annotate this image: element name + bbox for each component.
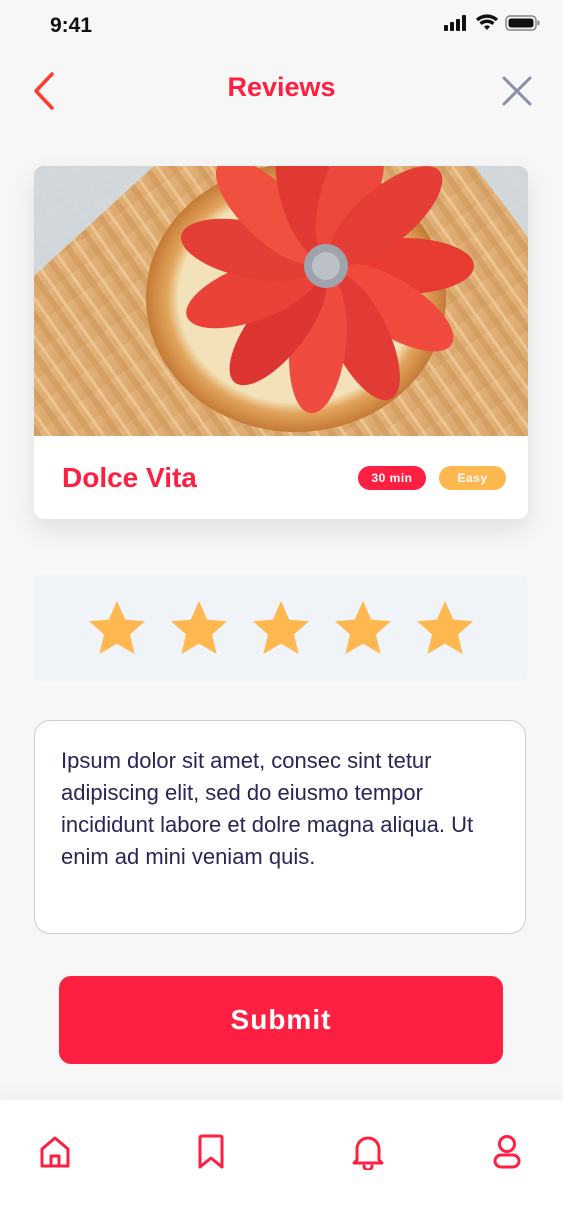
star-icon	[335, 601, 391, 654]
star-icon	[417, 601, 473, 654]
battery-icon	[505, 14, 541, 37]
close-button[interactable]	[495, 69, 539, 113]
recipe-image	[34, 166, 528, 436]
review-textarea[interactable]: Ipsum dolor sit amet, consec sint tetur …	[34, 720, 526, 934]
signal-icon	[443, 14, 469, 37]
recipe-card[interactable]: Dolce Vita 30 min Easy	[34, 166, 528, 519]
difficulty-badge: Easy	[439, 466, 506, 490]
recipe-name: Dolce Vita	[62, 462, 197, 493]
profile-icon	[493, 1135, 521, 1169]
star-3-button[interactable]	[251, 598, 311, 658]
status-icons	[443, 14, 541, 37]
star-5-button[interactable]	[415, 598, 475, 658]
status-bar: 9:41	[0, 0, 563, 52]
star-2-button[interactable]	[169, 598, 229, 658]
time-badge: 30 min	[358, 466, 426, 490]
reviews-screen: 9:41 Reviews Dolce Vita 30 min Easy Ipsu…	[0, 0, 563, 1218]
bookmark-icon	[198, 1134, 224, 1169]
star-rating	[34, 575, 528, 681]
star-icon	[253, 601, 309, 654]
star-4-button[interactable]	[333, 598, 393, 658]
bottom-navigation	[0, 1100, 563, 1218]
nav-home[interactable]	[33, 1130, 77, 1174]
wifi-icon	[475, 14, 499, 37]
page-title: Reviews	[227, 72, 336, 102]
home-icon	[40, 1136, 70, 1168]
nav-notifications[interactable]	[346, 1130, 390, 1174]
nav-profile[interactable]	[485, 1130, 529, 1174]
close-icon	[502, 76, 532, 106]
status-time: 9:41	[50, 14, 93, 37]
star-icon	[89, 601, 145, 654]
bell-icon	[352, 1136, 384, 1170]
star-icon	[171, 601, 227, 654]
submit-button[interactable]: Submit	[59, 976, 503, 1064]
star-1-button[interactable]	[87, 598, 147, 658]
nav-bookmarks[interactable]	[189, 1130, 233, 1174]
